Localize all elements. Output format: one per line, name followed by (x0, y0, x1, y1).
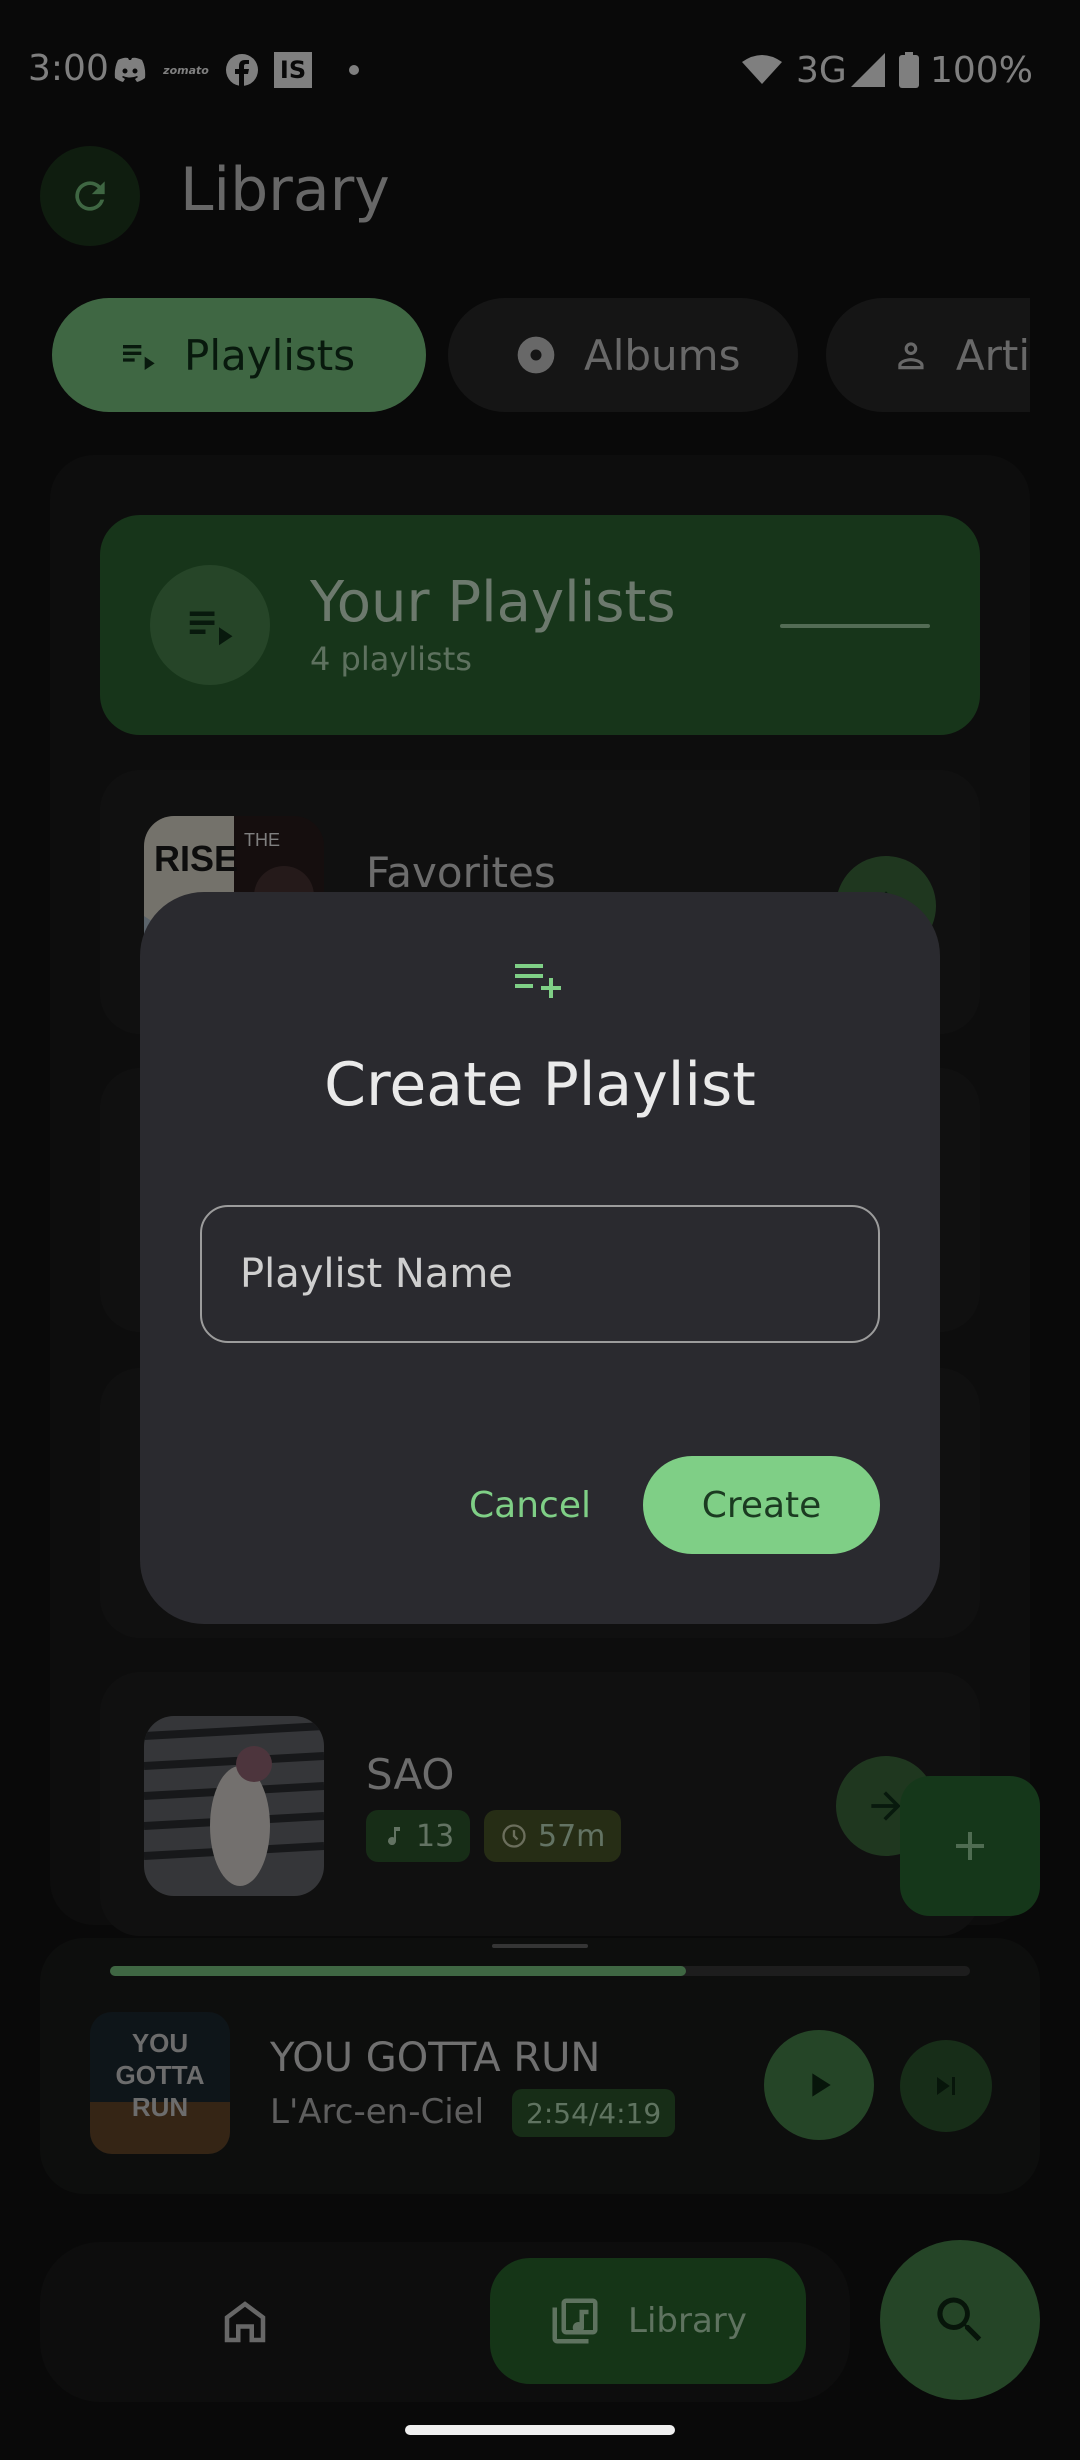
cancel-button[interactable]: Cancel (430, 1456, 630, 1554)
playlist-name-input[interactable] (240, 1251, 840, 1297)
playlist-add-icon (508, 958, 570, 1002)
library-screen: 3:00 zomato IS 3G 100% Library Playlists (0, 0, 1080, 2460)
create-button[interactable]: Create (643, 1456, 880, 1554)
playlist-name-field[interactable] (200, 1205, 880, 1343)
gesture-bar[interactable] (405, 2425, 675, 2435)
dialog-title: Create Playlist (324, 1050, 756, 1120)
